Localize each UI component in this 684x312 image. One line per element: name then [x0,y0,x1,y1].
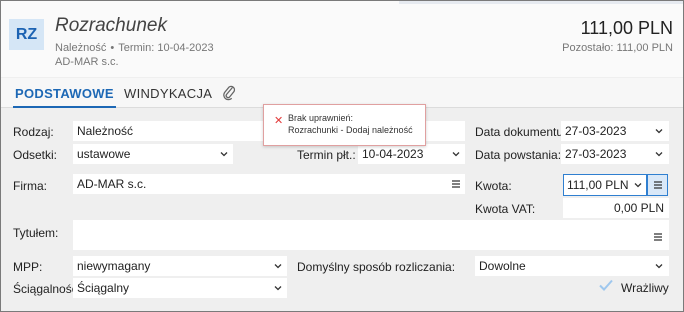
chevron-down-icon [274,264,282,269]
tab-podstawowe[interactable]: PODSTAWOWE [13,86,116,108]
mpp-select[interactable]: niewymagany [73,256,287,276]
tooltip-title: Brak uprawnień: [288,113,354,123]
odsetki-label: Odsetki: [13,148,58,162]
document-title: Rozrachunek [55,15,167,36]
subtitle-separator: • [110,42,115,54]
tooltip-message: Rozrachunki - Dodaj należność [288,125,413,135]
list-menu-icon [654,181,662,189]
kwota-vat-field[interactable]: 0,00 PLN [563,198,669,218]
sposob-rozliczania-value: Dowolne [479,259,526,273]
data-powstania-value: 27-03-2023 [565,147,627,161]
wrazliwy-checkbox[interactable] [598,278,614,292]
tytulem-field[interactable] [73,220,669,250]
sciagalnosc-label: Ściągalność: [13,282,82,296]
document-subtitle: Należność • Termin: 10-04-2023 [55,42,214,54]
sciagalnosc-select[interactable]: Ściągalny [73,278,287,298]
rozrachunek-window: RZ Rozrachunek Należność • Termin: 10-04-2… [0,0,684,312]
document-due: Termin: 10-04-2023 [118,42,214,54]
permission-error-tooltip: ✕ Brak uprawnień: Rozrachunki - Dodaj na… [263,104,426,146]
firma-value: AD-MAR s.c. [77,177,147,191]
document-firm: AD-MAR s.c. [55,56,119,68]
mpp-value: niewymagany [77,259,151,273]
error-x-icon: ✕ [274,115,284,127]
paperclip-icon[interactable] [222,84,236,102]
data-powstania-label: Data powstania: [475,148,562,162]
kwota-label: Kwota: [475,179,512,193]
chevron-down-icon [655,152,663,157]
kwota-field[interactable]: 111,00 PLN [563,174,647,196]
chevron-down-icon [634,183,642,188]
tab-windykacja[interactable]: WINDYKACJA [124,86,212,101]
chevron-down-icon [452,152,460,157]
odsetki-value: ustawowe [77,147,131,161]
header-strip [399,1,683,4]
data-dokumentu-value: 27-03-2023 [565,124,627,138]
document-kind: Należność [55,42,107,54]
document-amount: 111,00 PLN [580,18,673,38]
chevron-down-icon [655,129,663,134]
document-remaining: Pozostało: 111,00 PLN [562,42,673,54]
chevron-down-icon [220,152,228,157]
data-powstania-field[interactable]: 27-03-2023 [561,144,669,164]
tytulem-label: Tytułem: [13,226,59,240]
list-menu-icon[interactable] [654,232,662,242]
termin-platnosci-value: 10-04-2023 [362,147,424,161]
mpp-label: MPP: [13,260,43,274]
sposob-rozliczania-label: Domyślny sposób rozliczania: [297,260,456,274]
data-dokumentu-field[interactable]: 27-03-2023 [561,121,669,141]
sciagalnosc-value: Ściągalny [77,281,130,295]
list-menu-icon[interactable] [452,179,460,189]
firma-label: Firma: [13,179,47,193]
kwota-menu-button[interactable] [647,174,668,196]
document-type-badge: RZ [9,19,44,50]
kwota-vat-label: Kwota VAT: [475,202,536,216]
termin-platnosci-label: Termin płt.: [297,148,356,162]
odsetki-select[interactable]: ustawowe [73,144,233,164]
termin-platnosci-field[interactable]: 10-04-2023 [358,144,465,164]
rodzaj-label: Rodzaj: [13,125,54,139]
chevron-down-icon [655,264,663,269]
chevron-down-icon [274,286,282,291]
data-dokumentu-label: Data dokumentu: [475,125,567,139]
rodzaj-value: Należność [77,124,134,138]
kwota-vat-value: 0,00 PLN [613,201,664,215]
sposob-rozliczania-select[interactable]: Dowolne [475,256,669,276]
document-header: RZ Rozrachunek Należność • Termin: 10-04-2… [1,1,683,77]
firma-field[interactable]: AD-MAR s.c. [73,174,465,194]
wrazliwy-label: Wrażliwy [621,281,669,295]
kwota-value: 111,00 PLN [567,178,629,192]
